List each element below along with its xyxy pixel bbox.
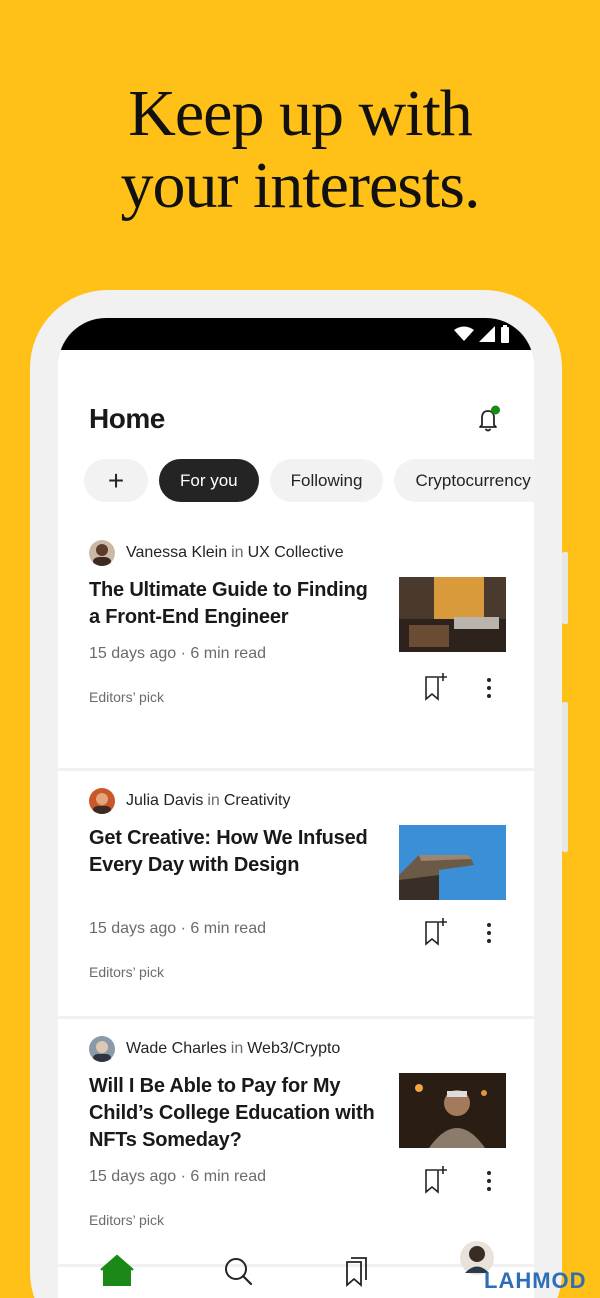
in-label: in xyxy=(230,1040,244,1057)
home-icon[interactable] xyxy=(99,1253,135,1289)
in-label: in xyxy=(207,792,220,809)
signal-icon xyxy=(479,326,495,342)
topic-chips: + For you Following Cryptocurrency xyxy=(84,459,534,502)
article-card[interactable]: Vanessa Klein in UX Collective The Ultim… xyxy=(58,523,534,771)
phone-screen: Home + For you Following Cryptocurrency … xyxy=(58,318,534,1298)
headline-line-2: your interests. xyxy=(120,149,481,222)
article-title[interactable]: The Ultimate Guide to Finding a Front-En… xyxy=(89,577,379,631)
in-label: in xyxy=(231,544,244,561)
notification-dot xyxy=(491,405,500,415)
chip-following[interactable]: Following xyxy=(269,459,384,502)
page-title: Home xyxy=(89,403,165,434)
chip-for-you[interactable]: For you xyxy=(159,459,259,502)
avatar[interactable] xyxy=(89,1036,115,1062)
article-title[interactable]: Get Creative: How We Infused Every Day w… xyxy=(89,825,379,879)
publication-name[interactable]: Web3/Crypto xyxy=(247,1040,340,1058)
article-title[interactable]: Will I Be Able to Pay for My Child’s Col… xyxy=(89,1073,379,1154)
author-name[interactable]: Julia Davis xyxy=(126,792,203,810)
article-thumbnail[interactable] xyxy=(399,577,506,652)
bottom-nav xyxy=(58,1241,534,1298)
watermark-logo: LAHMOD xyxy=(484,1268,587,1293)
article-meta: 15 days ago · 6 min read xyxy=(89,920,266,937)
more-options-icon[interactable] xyxy=(479,1169,499,1193)
avatar[interactable] xyxy=(89,540,115,566)
editors-pick-label: Editors’ pick xyxy=(89,964,164,980)
chip-cryptocurrency[interactable]: Cryptocurrency xyxy=(394,459,534,502)
headline-line-1: Keep up with xyxy=(128,77,473,150)
bookmarks-icon[interactable] xyxy=(339,1253,375,1289)
bell-icon[interactable] xyxy=(474,405,504,435)
headline: Keep up with your interests. xyxy=(0,78,600,222)
article-thumbnail[interactable] xyxy=(399,825,506,900)
avatar[interactable] xyxy=(89,788,115,814)
more-options-icon[interactable] xyxy=(479,676,499,700)
article-byline: Vanessa Klein in UX Collective xyxy=(89,540,344,566)
wifi-icon xyxy=(454,326,474,341)
article-byline: Julia Davis in Creativity xyxy=(89,788,291,814)
editors-pick-label: Editors’ pick xyxy=(89,689,164,705)
article-meta: 15 days ago · 6 min read xyxy=(89,1168,266,1185)
phone-side-button-lower xyxy=(562,702,568,852)
phone-side-button-upper xyxy=(562,552,568,624)
status-bar xyxy=(58,318,534,350)
article-thumbnail[interactable] xyxy=(399,1073,506,1148)
article-meta: 15 days ago · 6 min read xyxy=(89,645,266,662)
add-topic-button[interactable]: + xyxy=(84,459,148,502)
author-name[interactable]: Vanessa Klein xyxy=(126,544,227,562)
editors-pick-label: Editors’ pick xyxy=(89,1212,164,1228)
bookmark-add-icon[interactable] xyxy=(424,1166,448,1194)
author-name[interactable]: Wade Charles xyxy=(126,1040,227,1058)
bookmark-add-icon[interactable] xyxy=(424,918,448,946)
article-byline: Wade Charles in Web3/Crypto xyxy=(89,1036,340,1062)
search-icon[interactable] xyxy=(220,1253,256,1289)
publication-name[interactable]: Creativity xyxy=(224,792,291,810)
article-card[interactable]: Wade Charles in Web3/Crypto Will I Be Ab… xyxy=(58,1019,534,1267)
more-options-icon[interactable] xyxy=(479,921,499,945)
article-card[interactable]: Julia Davis in Creativity Get Creative: … xyxy=(58,771,534,1019)
bookmark-add-icon[interactable] xyxy=(424,673,448,701)
battery-icon xyxy=(501,325,509,343)
publication-name[interactable]: UX Collective xyxy=(248,544,344,562)
home-header: Home xyxy=(89,403,504,443)
article-feed: Vanessa Klein in UX Collective The Ultim… xyxy=(58,523,534,1267)
